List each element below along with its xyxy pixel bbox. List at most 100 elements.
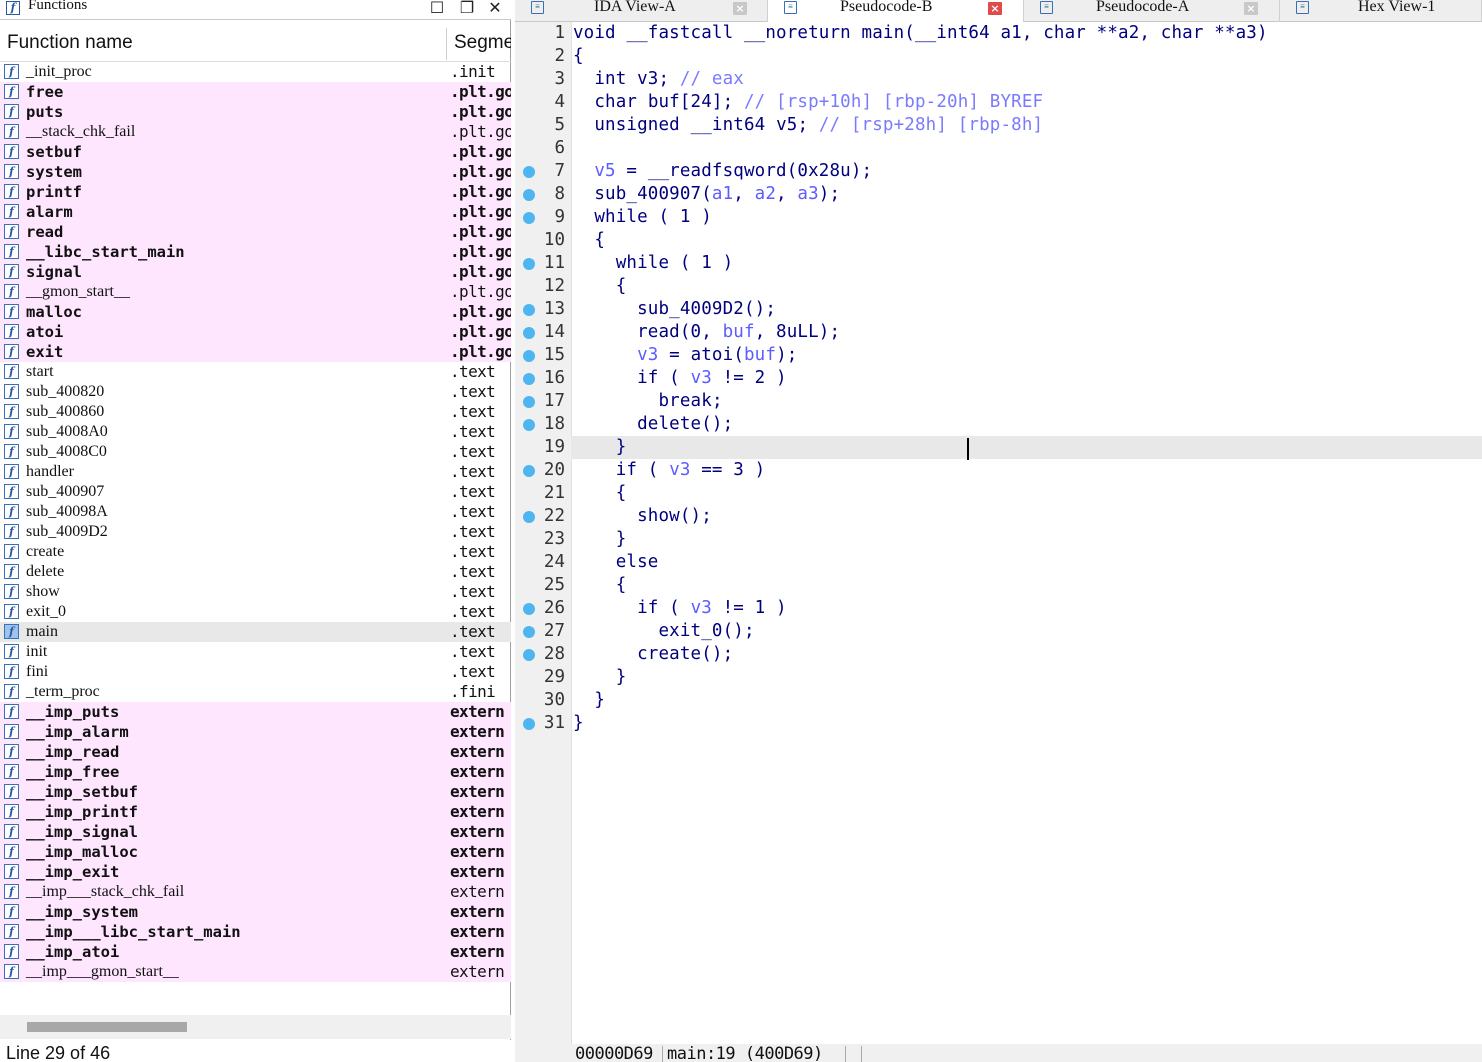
horizontal-scrollbar[interactable] (0, 1015, 511, 1039)
tab-pseudocode-a[interactable]: ≡ Pseudocode-A × (1024, 0, 1280, 22)
function-row[interactable]: f show .text (0, 582, 511, 602)
function-row[interactable]: f sub_40098A .text (0, 502, 511, 522)
function-row[interactable]: fatoi .plt.got (0, 322, 511, 342)
code-function[interactable]: sub_4009D2 (637, 299, 744, 319)
restore-icon[interactable]: ❐ (458, 0, 476, 17)
breakpoint-marker[interactable] (523, 166, 535, 178)
breakpoint-marker[interactable] (523, 718, 535, 730)
function-row[interactable]: fprintf .plt.got (0, 182, 511, 202)
function-row[interactable]: f sub_400820 .text (0, 382, 511, 402)
code-line[interactable]: 10 { (515, 229, 1482, 252)
code-variable[interactable]: a3 (797, 184, 818, 204)
function-row[interactable]: f delete .text (0, 562, 511, 582)
breakpoint-marker[interactable] (523, 304, 535, 316)
code-line[interactable]: 17 break; (515, 390, 1482, 413)
code-line[interactable]: 8 sub_400907(a1, a2, a3); (515, 183, 1482, 206)
function-row[interactable]: f sub_400907 .text (0, 482, 511, 502)
code-function[interactable]: delete (637, 414, 701, 434)
code-variable[interactable]: v3 (691, 368, 712, 388)
code-variable[interactable]: buf (744, 345, 776, 365)
code-line[interactable]: 15 v3 = atoi(buf); (515, 344, 1482, 367)
breakpoint-marker[interactable] (523, 189, 535, 201)
tab-close-icon[interactable]: × (1244, 2, 1258, 15)
code-line[interactable]: 18 delete(); (515, 413, 1482, 436)
functions-list[interactable]: f_init_proc.initffree.plt.gotfputs.plt.g… (0, 62, 511, 982)
breakpoint-marker[interactable] (523, 649, 535, 661)
code-line[interactable]: 5 unsigned __int64 v5; // [rsp+28h] [rbp… (515, 114, 1482, 137)
code-line[interactable]: 19 } (515, 436, 1482, 459)
function-row[interactable]: f sub_400860 .text (0, 402, 511, 422)
code-line[interactable]: 21 { (515, 482, 1482, 505)
function-row[interactable]: f init .text (0, 642, 511, 662)
breakpoint-marker[interactable] (523, 258, 535, 270)
tab-pseudocode-b[interactable]: ≡ Pseudocode-B × (768, 0, 1024, 22)
function-row[interactable]: f __imp_printf extern (0, 802, 511, 822)
code-line[interactable]: 3 int v3; // eax (515, 68, 1482, 91)
function-row[interactable]: fexit .plt.got (0, 342, 511, 362)
function-row[interactable]: f start .text (0, 362, 511, 382)
function-row[interactable]: fputs .plt.got (0, 102, 511, 122)
close-icon[interactable]: ✕ (486, 0, 504, 17)
function-row[interactable]: f __imp_system extern (0, 902, 511, 922)
breakpoint-marker[interactable] (523, 327, 535, 339)
code-variable[interactable]: v3 (669, 460, 690, 480)
function-row[interactable]: f __imp___libc_start_main extern (0, 922, 511, 942)
code-function[interactable]: exit_0 (659, 621, 723, 641)
code-variable[interactable]: v3 (637, 345, 658, 365)
function-row[interactable]: f handler .text (0, 462, 511, 482)
function-row[interactable]: f __imp___stack_chk_fail extern (0, 882, 511, 902)
column-header-segment[interactable]: Segme (454, 32, 511, 54)
code-line[interactable]: 26 if ( v3 != 1 ) (515, 597, 1482, 620)
code-line[interactable]: 22 show(); (515, 505, 1482, 528)
breakpoint-marker[interactable] (523, 212, 535, 224)
code-variable[interactable]: buf (723, 322, 755, 342)
code-function[interactable]: sub_400907 (594, 184, 701, 204)
function-row[interactable]: f sub_4008A0 .text (0, 422, 511, 442)
code-variable[interactable]: v5 (776, 115, 797, 135)
code-line[interactable]: 20 if ( v3 == 3 ) (515, 459, 1482, 482)
function-row[interactable]: f __imp_atoi extern (0, 942, 511, 962)
code-line[interactable]: 9 while ( 1 ) (515, 206, 1482, 229)
code-line[interactable]: 11 while ( 1 ) (515, 252, 1482, 275)
tab-ida-view-a[interactable]: ≡ IDA View-A × (515, 0, 768, 22)
function-row[interactable]: f exit_0 .text (0, 602, 511, 622)
function-row[interactable]: f __imp___gmon_start__ extern (0, 962, 511, 982)
code-line[interactable]: 12 { (515, 275, 1482, 298)
function-row[interactable]: f __imp_read extern (0, 742, 511, 762)
code-function[interactable]: main (862, 23, 905, 43)
code-function[interactable]: create (637, 644, 701, 664)
breakpoint-marker[interactable] (523, 465, 535, 477)
code-line[interactable]: 31} (515, 712, 1482, 735)
function-row[interactable]: f _term_proc .fini (0, 682, 511, 702)
function-row[interactable]: fread .plt.got (0, 222, 511, 242)
breakpoint-marker[interactable] (523, 373, 535, 385)
code-variable[interactable]: a1 (1000, 23, 1021, 43)
breakpoint-marker[interactable] (523, 396, 535, 408)
code-function[interactable]: read (637, 322, 680, 342)
code-line[interactable]: 13 sub_4009D2(); (515, 298, 1482, 321)
breakpoint-marker[interactable] (523, 603, 535, 615)
function-row[interactable]: fsignal .plt.got (0, 262, 511, 282)
breakpoint-marker[interactable] (523, 350, 535, 362)
code-line[interactable]: 2{ (515, 45, 1482, 68)
function-row[interactable]: f __imp_exit extern (0, 862, 511, 882)
function-row[interactable]: f __libc_start_main .plt.got (0, 242, 511, 262)
function-row[interactable]: fsetbuf .plt.got (0, 142, 511, 162)
function-row[interactable]: f sub_4008C0 .text (0, 442, 511, 462)
code-line[interactable]: 30 } (515, 689, 1482, 712)
function-row[interactable]: f __imp_signal extern (0, 822, 511, 842)
code-line[interactable]: 29 } (515, 666, 1482, 689)
tab-close-icon[interactable]: × (733, 2, 747, 15)
function-row[interactable]: f fini .text (0, 662, 511, 682)
code-line[interactable]: 4 char buf[24]; // [rsp+10h] [rbp-20h] B… (515, 91, 1482, 114)
code-variable[interactable]: a3 (1236, 23, 1257, 43)
code-variable[interactable]: a1 (712, 184, 733, 204)
function-row[interactable]: f _init_proc .init (0, 62, 511, 82)
function-row[interactable]: fmalloc .plt.got (0, 302, 511, 322)
code-function[interactable]: __readfsqword (648, 161, 787, 181)
breakpoint-marker[interactable] (523, 626, 535, 638)
function-row[interactable]: f sub_4009D2 .text (0, 522, 511, 542)
tab-hex-view-1[interactable]: ≡ Hex View-1 (1280, 0, 1482, 22)
code-line[interactable]: 25 { (515, 574, 1482, 597)
code-line[interactable]: 6 (515, 137, 1482, 160)
